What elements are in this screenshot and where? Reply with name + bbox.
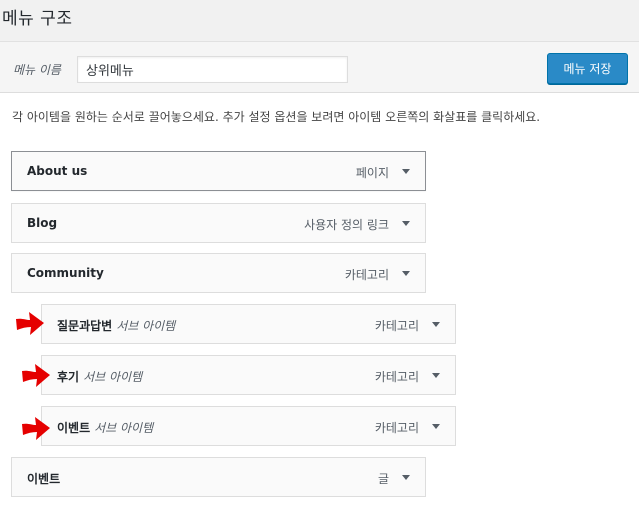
instructions-text: 각 아이템을 원하는 순서로 끌어놓으세요. 추가 설정 옵션을 보려면 아이템… [12,110,541,124]
menu-item-event-sub[interactable]: 이벤트 서브 아이템 카테고리 [41,406,456,446]
red-arrow-icon [22,364,50,387]
menu-item-type: 카테고리 [374,370,419,384]
sub-item-label: 서브 아이템 [94,421,154,435]
red-arrow-icon [22,417,50,440]
triangle-down-icon[interactable] [425,313,447,335]
triangle-down-icon[interactable] [395,466,417,488]
menu-item-qna[interactable]: 질문과답변 서브 아이템 카테고리 [41,304,456,344]
menu-item-about-us[interactable]: About us 페이지 [11,151,426,191]
menu-item-type: 페이지 [355,166,389,180]
triangle-down-icon[interactable] [425,364,447,386]
sub-item-label: 서브 아이템 [116,319,176,333]
menu-item-title: Community [27,266,104,280]
menu-item-title: 질문과답변 서브 아이템 [57,317,175,334]
save-menu-button[interactable]: 메뉴 저장 [547,53,628,84]
triangle-down-icon[interactable] [395,212,417,234]
menu-item-title-text: 질문과답변 [57,319,113,333]
menu-item-blog[interactable]: Blog 사용자 정의 링크 [11,203,426,243]
menu-item-type: 글 [377,472,389,486]
menu-item-title: 이벤트 [27,472,61,486]
menu-item-type: 카테고리 [374,421,419,435]
menu-structure-panel: 메뉴 이름 메뉴 저장 각 아이템을 원하는 순서로 끌어놓으세요. 추가 설정… [0,41,639,511]
triangle-down-icon[interactable] [425,415,447,437]
menu-item-title-text: 후기 [57,370,80,384]
menu-name-label: 메뉴 이름 [13,63,61,77]
menu-item-type: 카테고리 [344,268,389,282]
menu-item-title: About us [27,164,88,178]
triangle-down-icon[interactable] [395,160,417,182]
menu-item-title: Blog [27,216,58,230]
menu-item-type: 사용자 정의 링크 [304,218,389,232]
menu-item-review[interactable]: 후기 서브 아이템 카테고리 [41,355,456,395]
red-arrow-icon [16,312,44,335]
menu-item-event-post[interactable]: 이벤트 글 [11,457,426,497]
page-title: 메뉴 구조 [2,9,73,29]
menu-item-title: 이벤트 서브 아이템 [57,419,153,436]
menu-name-input[interactable] [77,56,348,83]
menu-item-title: 후기 서브 아이템 [57,368,142,385]
menu-item-type: 카테고리 [374,319,419,333]
menu-header-bar: 메뉴 이름 메뉴 저장 [0,42,639,93]
triangle-down-icon[interactable] [395,262,417,284]
menu-item-community[interactable]: Community 카테고리 [11,253,426,293]
sub-item-label: 서브 아이템 [83,370,143,384]
menu-item-title-text: 이벤트 [57,421,91,435]
